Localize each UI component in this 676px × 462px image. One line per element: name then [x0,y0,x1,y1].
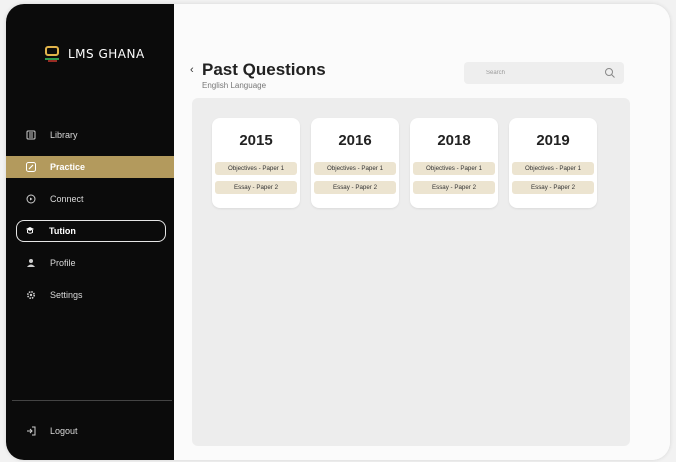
settings-icon [26,290,36,300]
logout-button[interactable]: Logout [6,420,174,442]
essay-paper2-button[interactable]: Essay - Paper 2 [314,181,396,194]
year-card-2019[interactable]: 2019 Objectives - Paper 1 Essay - Paper … [509,118,597,208]
lms-logo-icon [45,46,59,62]
objectives-paper1-button[interactable]: Objectives - Paper 1 [314,162,396,175]
main-content: ‹ Past Questions English Language 2015 O… [174,4,670,460]
year-card-2018[interactable]: 2018 Objectives - Paper 1 Essay - Paper … [410,118,498,208]
objectives-paper1-button[interactable]: Objectives - Paper 1 [215,162,297,175]
year-label: 2018 [437,132,471,149]
sidebar-item-label: Connect [50,194,84,204]
sidebar-divider [12,400,172,401]
back-chevron-icon[interactable]: ‹ [190,64,194,76]
sidebar: LMS GHANA Library Practice Connect Tutio [6,4,174,460]
logout-label: Logout [50,426,78,436]
sidebar-item-profile[interactable]: Profile [6,252,174,274]
year-label: 2015 [239,132,273,149]
sidebar-item-settings[interactable]: Settings [6,284,174,306]
year-label: 2016 [338,132,372,149]
year-card-2016[interactable]: 2016 Objectives - Paper 1 Essay - Paper … [311,118,399,208]
search-icon[interactable] [604,67,616,79]
profile-icon [26,258,36,268]
library-icon [26,130,36,140]
logo: LMS GHANA [44,44,145,64]
page-subtitle: English Language [202,81,267,90]
practice-icon [26,162,36,172]
essay-paper2-button[interactable]: Essay - Paper 2 [413,181,495,194]
search-input[interactable] [464,62,624,84]
sidebar-item-label: Settings [50,290,83,300]
tution-icon [25,226,35,236]
sidebar-item-connect[interactable]: Connect [6,188,174,210]
sidebar-item-library[interactable]: Library [6,124,174,146]
sidebar-item-tution[interactable]: Tution [16,220,166,242]
sidebar-item-label: Library [50,130,78,140]
objectives-paper1-button[interactable]: Objectives - Paper 1 [413,162,495,175]
essay-paper2-button[interactable]: Essay - Paper 2 [215,181,297,194]
app-window: LMS GHANA Library Practice Connect Tutio [6,4,670,460]
page-title: Past Questions [202,60,326,79]
logout-icon [26,426,36,436]
year-card-2015[interactable]: 2015 Objectives - Paper 1 Essay - Paper … [212,118,300,208]
sidebar-item-label: Practice [50,162,86,172]
sidebar-item-label: Tution [49,226,76,236]
objectives-paper1-button[interactable]: Objectives - Paper 1 [512,162,594,175]
essay-paper2-button[interactable]: Essay - Paper 2 [512,181,594,194]
logo-text: LMS GHANA [68,47,145,61]
sidebar-item-practice[interactable]: Practice [6,156,174,178]
year-label: 2019 [536,132,570,149]
sidebar-item-label: Profile [50,258,76,268]
connect-icon [26,194,36,204]
